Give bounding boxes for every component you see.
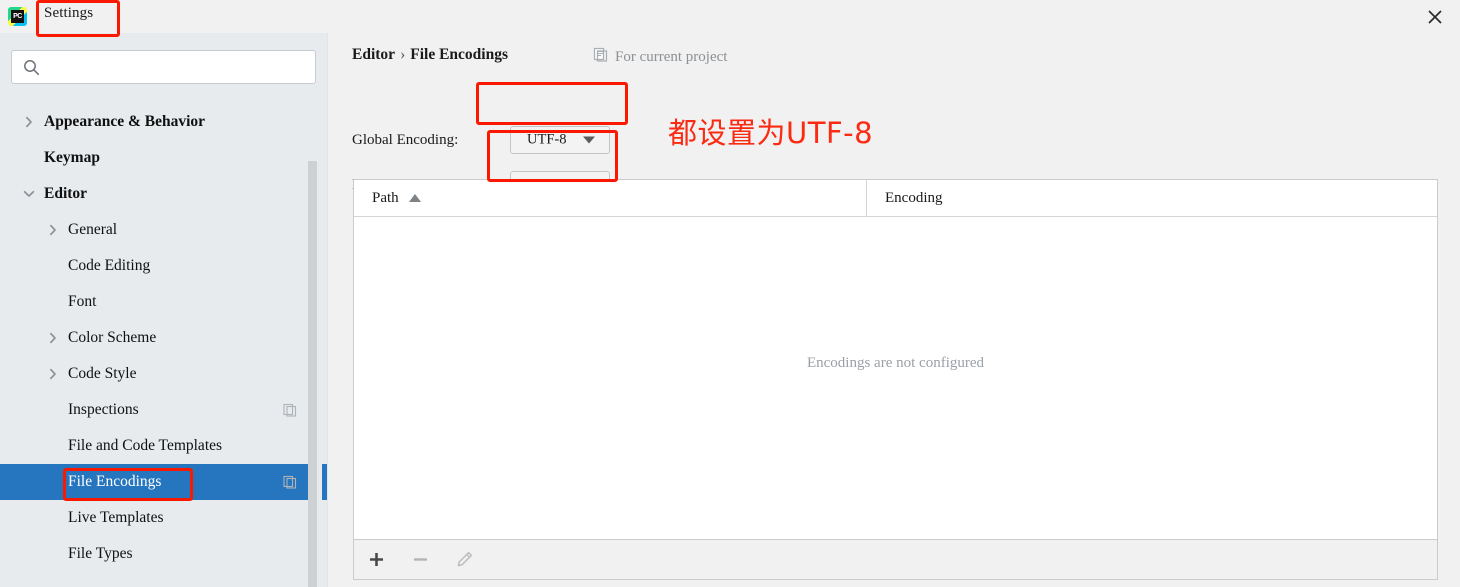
sidebar-item-code-editing[interactable]: Code Editing xyxy=(0,248,327,284)
chevron-right-icon[interactable] xyxy=(46,367,60,381)
encodings-table: Path Encoding Encodings are not configur… xyxy=(353,179,1438,540)
project-scope-icon xyxy=(283,475,297,489)
column-header-encoding-label: Encoding xyxy=(885,189,943,206)
sidebar-item-label: Keymap xyxy=(44,149,100,166)
breadcrumb-parent[interactable]: Editor xyxy=(352,46,395,63)
sidebar-item-file-encodings[interactable]: File Encodings xyxy=(0,464,327,500)
global-encoding-row: Global Encoding: UTF-8 xyxy=(352,126,610,154)
sidebar-item-keymap[interactable]: Keymap xyxy=(0,140,327,176)
window-title: Settings xyxy=(44,5,94,21)
for-current-project-label: For current project xyxy=(593,47,727,67)
breadcrumb: Editor › File Encodings xyxy=(352,46,508,64)
sidebar-item-general[interactable]: General xyxy=(0,212,327,248)
global-encoding-value: UTF-8 xyxy=(527,131,567,148)
global-encoding-combobox[interactable]: UTF-8 xyxy=(510,126,610,154)
sidebar-item-label: Code Style xyxy=(68,365,137,382)
settings-sidebar: Appearance & Behavior Keymap Editor General… xyxy=(0,33,327,587)
sidebar-item-label: Live Templates xyxy=(68,509,164,526)
for-current-project-text: For current project xyxy=(615,48,728,65)
search-input[interactable] xyxy=(50,51,312,85)
close-icon[interactable] xyxy=(1424,6,1446,28)
pycharm-logo-icon xyxy=(8,7,27,26)
sidebar-scrollbar-track[interactable] xyxy=(308,97,322,587)
sidebar-item-inspections[interactable]: Inspections xyxy=(0,392,327,428)
sidebar-item-color-scheme[interactable]: Color Scheme xyxy=(0,320,327,356)
table-header-row: Path Encoding xyxy=(354,180,1437,217)
chevron-down-icon[interactable] xyxy=(22,187,36,201)
sidebar-item-editor[interactable]: Editor xyxy=(0,176,327,212)
settings-tree: Appearance & Behavior Keymap Editor General… xyxy=(0,104,327,572)
sidebar-item-label: Font xyxy=(68,293,97,310)
search-box[interactable] xyxy=(11,50,316,85)
content-pane: Editor › File Encodings For current projec… xyxy=(328,33,1460,587)
chevron-right-icon[interactable] xyxy=(46,223,60,237)
encodings-table-toolbar xyxy=(353,540,1438,580)
sidebar-item-code-style[interactable]: Code Style xyxy=(0,356,327,392)
project-scope-icon xyxy=(283,403,297,417)
title-bar: Settings xyxy=(0,0,1460,33)
chevron-right-icon[interactable] xyxy=(22,115,36,129)
column-header-path[interactable]: Path xyxy=(354,180,866,216)
sidebar-item-font[interactable]: Font xyxy=(0,284,327,320)
sidebar-item-label: File Types xyxy=(68,545,133,562)
sidebar-item-file-and-code-templates[interactable]: File and Code Templates xyxy=(0,428,327,464)
sidebar-item-label: Inspections xyxy=(68,401,139,418)
sidebar-item-label: General xyxy=(68,221,118,238)
sidebar-item-label: Editor xyxy=(44,185,88,202)
column-header-encoding[interactable]: Encoding xyxy=(866,180,1438,216)
sidebar-item-file-types[interactable]: File Types xyxy=(0,536,327,572)
chevron-right-icon[interactable] xyxy=(46,331,60,345)
breadcrumb-current: File Encodings xyxy=(410,46,508,63)
sort-ascending-icon xyxy=(408,194,421,202)
sidebar-item-label: Code Editing xyxy=(68,257,151,274)
table-empty-message: Encodings are not configured xyxy=(806,355,985,371)
remove-encoding-button[interactable] xyxy=(398,541,442,579)
annotation-note-text: 都设置为UTF-8 xyxy=(668,116,874,150)
add-encoding-button[interactable] xyxy=(354,541,398,579)
column-header-path-label: Path xyxy=(372,189,399,206)
search-icon xyxy=(23,59,40,76)
sidebar-item-appearance-behavior[interactable]: Appearance & Behavior xyxy=(0,104,327,140)
sidebar-item-label: Appearance & Behavior xyxy=(44,113,206,130)
edit-encoding-button[interactable] xyxy=(442,541,486,579)
chevron-down-icon xyxy=(583,136,595,144)
sidebar-item-label: Color Scheme xyxy=(68,329,157,346)
sidebar-item-live-templates[interactable]: Live Templates xyxy=(0,500,327,536)
settings-dialog: Settings Appearance & Behavior Keymap Edit… xyxy=(0,0,1460,587)
copy-scope-icon xyxy=(593,47,608,67)
sidebar-item-label: File and Code Templates xyxy=(68,437,223,454)
sidebar-scrollbar-thumb[interactable] xyxy=(308,161,317,587)
sidebar-item-label: File Encodings xyxy=(68,473,162,490)
breadcrumb-separator: › xyxy=(400,46,406,63)
global-encoding-label: Global Encoding: xyxy=(352,131,459,148)
